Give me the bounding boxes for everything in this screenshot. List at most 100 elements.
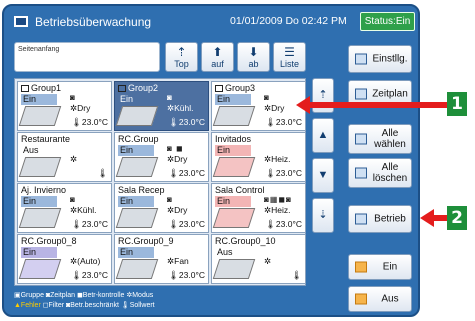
group-name: Sala Recep [118, 185, 165, 195]
calendar-icon [355, 88, 367, 100]
mode-label: ✲Fan [167, 256, 189, 266]
group-name: RC.Group [118, 134, 159, 144]
scroll-bottom-button[interactable]: ⇣ [312, 198, 334, 233]
down-arrow-icon: ⬇ [248, 45, 259, 59]
callout-1: 1 [447, 92, 467, 116]
operation-icon [355, 213, 367, 225]
setpoint-temp: 🌡23.0°C [168, 168, 205, 178]
mode-label: ✲Dry [167, 154, 188, 164]
setpoint-temp: 🌡 [97, 168, 108, 178]
mode-label: ✲Dry [70, 103, 91, 113]
group-cell[interactable]: Sala Control Ein ◙▦◼◙ ✲Heiz. 🌡23.0°C [211, 183, 306, 233]
group-cell[interactable]: Group1 Ein ◙ ✲Dry 🌡23.0°C [17, 81, 112, 131]
mode-label: ✲Heiz. [264, 154, 291, 164]
status-icons: ◙ ◼ [167, 144, 184, 153]
group-name: Group1 [21, 83, 61, 93]
group-icon [215, 85, 223, 93]
group-state: Ein [215, 145, 251, 156]
mode-label: ✲Kühl. [70, 205, 97, 215]
group-name: RC.Group0_9 [118, 236, 174, 246]
mode-label: ✲Dry [264, 103, 285, 113]
group-icon [118, 85, 126, 93]
ac-unit-icon [18, 208, 62, 228]
on-button[interactable]: Ein [348, 254, 412, 280]
group-name: Sala Control [215, 185, 265, 195]
scroll-up-button[interactable]: ▲ [312, 118, 334, 153]
off-label: Aus [381, 293, 399, 305]
group-name: Invitados [215, 134, 252, 144]
callout-arrow-1 [308, 102, 447, 108]
group-state: Ein [21, 196, 57, 207]
settings-icon [355, 53, 367, 65]
select-all-button[interactable]: Alle wählen [348, 124, 412, 154]
on-label: Ein [382, 261, 398, 273]
group-cell[interactable]: Group2 Ein ◙ ✲Kühl. 🌡23.0°C [114, 81, 209, 131]
group-name: Aj. Invierno [21, 185, 67, 195]
down-label: ab [248, 59, 259, 69]
ac-unit-icon [212, 259, 256, 279]
page-search-field[interactable]: Seitenanfang [14, 42, 160, 72]
operation-label: Betrieb [374, 213, 406, 225]
group-state: Ein [215, 196, 251, 207]
status-icons: ◙▦◼◙ [264, 195, 292, 204]
top-arrow-icon: ⇡ [176, 45, 187, 59]
group-name: RC.Group0_8 [21, 236, 77, 246]
setpoint-temp: 🌡23.0°C [265, 117, 302, 127]
settings-label: Einstllg. [372, 53, 408, 65]
group-cell[interactable]: RC.Group0_9 Ein ✲Fan 🌡23.0°C [114, 234, 209, 284]
status-icons: ◙ [70, 93, 76, 102]
group-name: Restaurante [21, 134, 71, 144]
status-icons: ◙ [70, 195, 76, 204]
ac-unit-icon [18, 157, 62, 177]
group-cell[interactable]: Invitados Ein ✲Heiz. 🌡23.0°C [211, 132, 306, 182]
ac-unit-icon [115, 259, 159, 279]
group-cell[interactable]: RC.Group0_8 Ein ✲(Auto) 🌡23.0°C [17, 234, 112, 284]
scroll-down-button[interactable]: ▼ [312, 158, 334, 193]
group-cell[interactable]: Sala Recep Ein ◙ ✲Dry 🌡23.0°C [114, 183, 209, 233]
ac-unit-icon [212, 106, 256, 126]
status-icons: ◙ [167, 93, 173, 102]
list-button[interactable]: ☰ Liste [273, 42, 306, 72]
status-icons: ◙ [264, 93, 270, 102]
setpoint-temp: 🌡23.0°C [71, 270, 108, 280]
legend-row-1: ▣Gruppe ◙Zeitplan ◼Betr-kontrolle ✲Modus [14, 292, 154, 299]
group-cell[interactable]: RC.Group Ein ◙ ◼ ✲Dry 🌡23.0°C [114, 132, 209, 182]
legend-error: ▲Fehler [14, 302, 41, 309]
group-state: Aus [217, 247, 233, 257]
clear-all-label: Alle löschen [372, 162, 408, 184]
group-state: Ein [118, 145, 154, 156]
group-name: RC.Group0_10 [215, 236, 276, 246]
ac-unit-icon [212, 157, 256, 177]
group-cell[interactable]: Group3 Ein ◙ ✲Dry 🌡23.0°C [211, 81, 306, 131]
group-state: Ein [21, 94, 57, 105]
mode-label: ✲Dry [167, 205, 188, 215]
settings-button[interactable]: Einstllg. [348, 45, 412, 73]
up-arrow-icon: ⬆ [212, 45, 223, 59]
group-name: Group2 [118, 83, 158, 93]
status-button[interactable]: Status:Ein [360, 12, 415, 31]
up-label: auf [211, 59, 224, 69]
group-state: Aus [23, 145, 39, 155]
setpoint-temp: 🌡 [291, 270, 302, 280]
clear-all-button[interactable]: Alle löschen [348, 158, 412, 188]
down-button[interactable]: ⬇ ab [237, 42, 270, 72]
setpoint-temp: 🌡23.0°C [71, 219, 108, 229]
ac-unit-icon [115, 208, 159, 228]
off-button[interactable]: Aus [348, 286, 412, 312]
group-cell[interactable]: RC.Group0_10 Aus ✲ 🌡 [211, 234, 306, 284]
setpoint-temp: 🌡23.0°C [265, 219, 302, 229]
group-cell[interactable]: Aj. Invierno Ein ◙ ✲Kühl. 🌡23.0°C [17, 183, 112, 233]
operation-button[interactable]: Betrieb [348, 205, 412, 233]
group-cell[interactable]: Restaurante Aus ✲ 🌡 [17, 132, 112, 182]
callout-2: 2 [447, 206, 467, 230]
up-button[interactable]: ⬆ auf [201, 42, 234, 72]
group-name: Group3 [215, 83, 255, 93]
setpoint-temp: 🌡23.0°C [168, 219, 205, 229]
monitor-icon [14, 16, 28, 27]
top-button[interactable]: ⇡ Top [165, 42, 198, 72]
setpoint-temp: 🌡23.0°C [168, 117, 205, 127]
callout-arrow-2 [432, 215, 448, 221]
ac-unit-icon [18, 106, 62, 126]
select-all-label: Alle wählen [374, 128, 406, 150]
group-grid: Group1 Ein ◙ ✲Dry 🌡23.0°C Group2 Ein ◙ ✲Kühl. 🌡23… [14, 78, 306, 286]
